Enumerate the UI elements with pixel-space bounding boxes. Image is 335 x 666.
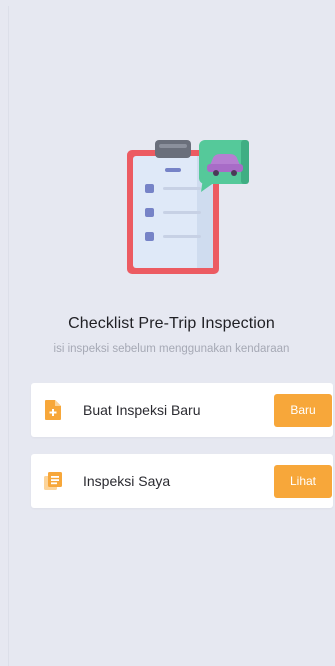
- app-screen: Checklist Pre-Trip Inspection isi inspek…: [8, 6, 334, 666]
- my-inspections-card[interactable]: Inspeksi Saya Lihat: [31, 454, 333, 508]
- new-inspection-label: Buat Inspeksi Baru: [83, 402, 201, 418]
- page-subtitle: isi inspeksi sebelum menggunakan kendara…: [53, 343, 290, 355]
- new-inspection-card[interactable]: Buat Inspeksi Baru Baru: [31, 383, 333, 437]
- checklist-illustration-icon: [127, 140, 249, 274]
- page-title: Checklist Pre-Trip Inspection: [68, 315, 275, 332]
- view-inspections-button[interactable]: Lihat: [274, 464, 332, 498]
- document-list-icon: [43, 470, 63, 492]
- add-document-icon: [43, 399, 63, 421]
- new-inspection-button[interactable]: Baru: [274, 393, 332, 427]
- my-inspections-label: Inspeksi Saya: [83, 473, 171, 489]
